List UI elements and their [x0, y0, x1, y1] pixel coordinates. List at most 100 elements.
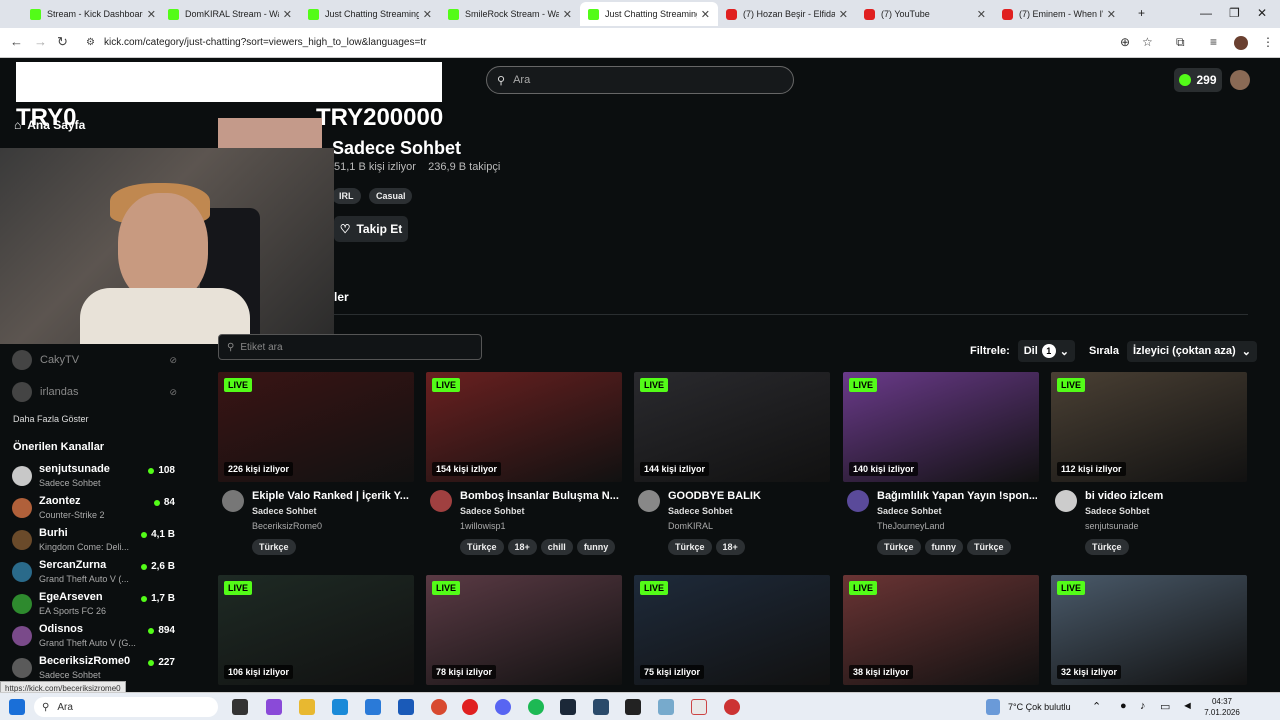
bookmark-star-icon[interactable]: ☆	[1142, 35, 1153, 49]
new-tab-icon[interactable]: +	[1138, 6, 1145, 20]
stream-tag[interactable]: Türkçe	[877, 539, 921, 555]
chevron-up-icon[interactable]: ⌃	[1092, 700, 1101, 713]
recommended-channel[interactable]: Zaontez Counter-Strike 2 84	[12, 492, 180, 524]
stream-thumbnail[interactable]: LIVE 75 kişi izliyor	[634, 575, 830, 685]
stream-title[interactable]: Ekiple Valo Ranked | İçerik Y...	[252, 490, 412, 502]
stream-title[interactable]: GOODBYE BALIK	[668, 490, 828, 502]
stream-tag[interactable]: Türkçe	[967, 539, 1011, 555]
stream-tag[interactable]: 18+	[715, 539, 745, 555]
recommended-channel[interactable]: SercanZurna Grand Theft Auto V (... 2,6 B	[12, 556, 180, 588]
volume-icon[interactable]: ◄	[1182, 700, 1193, 712]
stream-thumbnail[interactable]: LIVE 106 kişi izliyor	[218, 575, 414, 685]
app-icon[interactable]	[658, 699, 674, 715]
chrome-icon[interactable]	[431, 699, 447, 715]
category-tag[interactable]: Casual	[368, 188, 413, 204]
stream-title[interactable]: bi video izlcem	[1085, 490, 1245, 502]
stream-tag[interactable]: 18+	[507, 539, 537, 555]
maximize-icon[interactable]: ❐	[1229, 6, 1240, 20]
recommended-channel[interactable]: Odisnos Grand Theft Auto V (G... 894	[12, 620, 180, 652]
extensions-icon[interactable]: ⧉	[1176, 35, 1185, 50]
stream-thumbnail[interactable]: LIVE 112 kişi izliyor	[1051, 372, 1247, 482]
kick-coins-button[interactable]: 299	[1174, 68, 1222, 92]
app-icon[interactable]	[691, 699, 707, 715]
taskbar-search[interactable]: ⚲ Ara	[34, 697, 218, 717]
stream-tag[interactable]: chill	[540, 539, 573, 555]
user-avatar[interactable]	[1230, 70, 1250, 90]
close-icon[interactable]: ✕	[283, 8, 292, 21]
stream-tag[interactable]: Türkçe	[1085, 539, 1129, 555]
microphone-icon[interactable]: ♪	[1140, 700, 1146, 712]
stream-card[interactable]: LIVE 154 kişi izliyor Bomboş İnsanlar Bulu…	[426, 372, 622, 555]
tab-4[interactable]: Just Chatting Streaming - ✕	[580, 2, 718, 26]
file-explorer-icon[interactable]	[299, 699, 315, 715]
stream-card[interactable]: LIVE 140 kişi izliyor Bağımlılık Yapan Yay…	[843, 372, 1039, 555]
store-icon[interactable]	[365, 699, 381, 715]
stream-thumbnail[interactable]: LIVE 144 kişi izliyor	[634, 372, 830, 482]
reading-list-icon[interactable]: ≡	[1210, 35, 1217, 49]
obs-icon[interactable]	[625, 699, 641, 715]
stream-category[interactable]: Sadece Sohbet	[1085, 506, 1150, 516]
category-tag[interactable]: IRL	[332, 188, 361, 204]
stream-card[interactable]: LIVE 112 kişi izliyor bi video izlcem Sadec…	[1051, 372, 1247, 555]
stream-user[interactable]: TheJourneyLand	[877, 521, 945, 531]
stream-thumbnail[interactable]: LIVE 154 kişi izliyor	[426, 372, 622, 482]
avatar[interactable]	[222, 490, 244, 512]
stream-thumbnail[interactable]: LIVE 78 kişi izliyor	[426, 575, 622, 685]
stream-tag[interactable]: funny	[924, 539, 964, 555]
recommended-channel[interactable]: BeceriksizRome0 Sadece Sohbet 227	[12, 652, 180, 684]
stream-category[interactable]: Sadece Sohbet	[877, 506, 942, 516]
stream-tag[interactable]: Türkçe	[668, 539, 712, 555]
app-icon[interactable]	[593, 699, 609, 715]
close-icon[interactable]: ✕	[977, 8, 986, 21]
stream-thumbnail[interactable]: LIVE 32 kişi izliyor	[1051, 575, 1247, 685]
tab-1[interactable]: DomKIRAL Stream - Watc ✕	[160, 2, 300, 26]
discord-icon[interactable]	[495, 699, 511, 715]
tray-clock[interactable]: 04:37 7.01.2026	[1200, 696, 1244, 718]
search-input[interactable]: ⚲ Ara	[486, 66, 794, 94]
tray-app-icon[interactable]: ●	[1120, 700, 1127, 712]
back-icon[interactable]: ←	[10, 34, 23, 49]
windows-start-icon[interactable]	[9, 699, 25, 715]
network-icon[interactable]: ▭	[1160, 700, 1170, 713]
close-icon[interactable]: ✕	[1107, 8, 1116, 21]
sidebar-channel[interactable]: irlandas ⊘	[12, 376, 177, 408]
stream-tag[interactable]: Türkçe	[252, 539, 296, 555]
reload-icon[interactable]: ↻	[57, 34, 68, 50]
steam-icon[interactable]	[560, 699, 576, 715]
stream-card[interactable]: LIVE 226 kişi izliyor Ekiple Valo Ranked |…	[218, 372, 414, 555]
stream-card[interactable]: LIVE 38 kişi izliyor	[843, 575, 1039, 685]
stream-tag[interactable]: funny	[576, 539, 616, 555]
stream-user[interactable]: DomKIRAL	[668, 521, 713, 531]
close-icon[interactable]: ✕	[147, 8, 156, 21]
stream-category[interactable]: Sadece Sohbet	[668, 506, 733, 516]
stream-user[interactable]: senjutsunade	[1085, 521, 1139, 531]
profile-avatar-icon[interactable]	[1234, 36, 1248, 50]
recommended-channel[interactable]: EgeArseven EA Sports FC 26 1,7 B	[12, 588, 180, 620]
stream-card[interactable]: LIVE 78 kişi izliyor	[426, 575, 622, 685]
stream-category[interactable]: Sadece Sohbet	[460, 506, 525, 516]
opera-icon[interactable]	[462, 699, 478, 715]
follow-button[interactable]: ♡ Takip Et	[334, 216, 408, 242]
stream-title[interactable]: Bomboş İnsanlar Buluşma N...	[460, 490, 620, 502]
avatar[interactable]	[430, 490, 452, 512]
avatar[interactable]	[847, 490, 869, 512]
tab-7[interactable]: (7) Eminem - When I'm G ✕	[994, 2, 1124, 26]
menu-dots-icon[interactable]: ⋮	[1262, 35, 1274, 49]
avatar[interactable]	[1055, 490, 1077, 512]
stream-card[interactable]: LIVE 144 kişi izliyor GOODBYE BALIK Sadece …	[634, 372, 830, 555]
site-info-icon[interactable]: ⚙	[86, 37, 95, 48]
tab-2[interactable]: Just Chatting Streaming ✕	[300, 2, 440, 26]
close-icon[interactable]: ✕	[423, 8, 432, 21]
recommended-channel[interactable]: Burhi Kingdom Come: Deli... 4,1 B	[12, 524, 180, 556]
tab-6[interactable]: (7) YouTube ✕	[856, 2, 994, 26]
minimize-icon[interactable]: —	[1200, 6, 1212, 20]
show-more-link[interactable]: Daha Fazla Göster	[13, 414, 89, 424]
edge-icon[interactable]	[332, 699, 348, 715]
sort-dropdown[interactable]: İzleyici (çoktan aza) ⌄	[1126, 340, 1257, 362]
mail-icon[interactable]	[398, 699, 414, 715]
forward-icon[interactable]: →	[34, 34, 47, 49]
tab-0[interactable]: Stream - Kick Dashboard ✕	[22, 2, 164, 26]
zoom-icon[interactable]: ⊕	[1120, 35, 1130, 49]
close-icon[interactable]: ✕	[563, 8, 572, 21]
sidebar-home[interactable]: ⌂ Ana Sayfa	[14, 118, 85, 132]
